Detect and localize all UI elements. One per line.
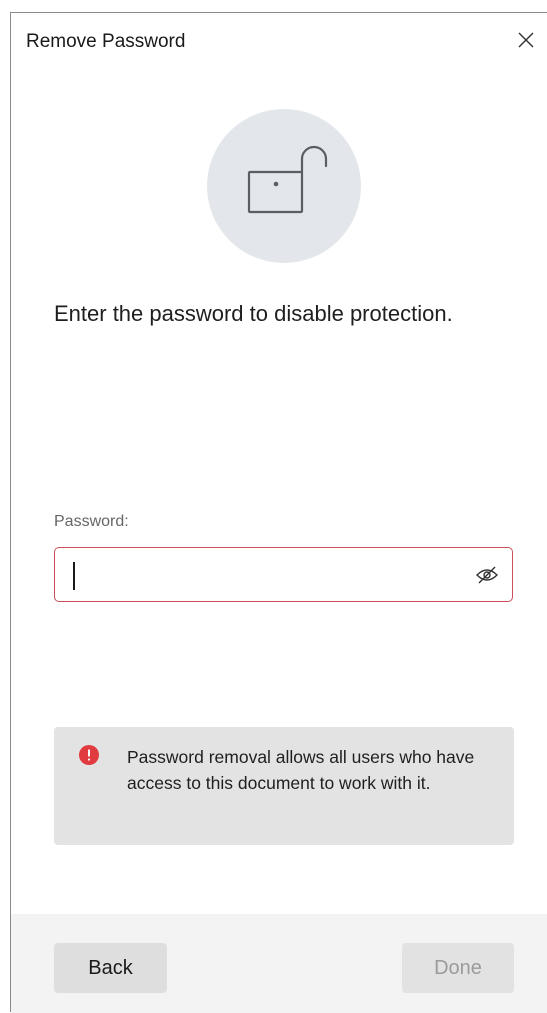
warning-text: Password removal allows all users who ha…: [127, 747, 475, 793]
eye-slash-icon: [476, 566, 498, 584]
dialog-footer: Back Done: [11, 914, 547, 1013]
close-button[interactable]: [511, 25, 541, 55]
exclamation-circle-icon: [79, 745, 99, 765]
text-cursor: [73, 562, 75, 590]
remove-password-dialog: Remove Password Enter the password to di…: [10, 12, 547, 1013]
done-button[interactable]: Done: [402, 943, 514, 993]
warning-message-box: Password removal allows all users who ha…: [54, 727, 514, 845]
instruction-message: Enter the password to disable protection…: [54, 301, 453, 326]
password-label: Password:: [54, 513, 129, 530]
back-button[interactable]: Back: [54, 943, 167, 993]
close-icon: [518, 32, 534, 48]
lock-illustration: [207, 109, 361, 263]
show-password-toggle[interactable]: [474, 562, 500, 588]
password-input[interactable]: [69, 560, 453, 590]
dialog-title: Remove Password: [26, 31, 186, 52]
unlocked-padlock-icon: [247, 145, 328, 214]
password-field[interactable]: [54, 547, 513, 602]
